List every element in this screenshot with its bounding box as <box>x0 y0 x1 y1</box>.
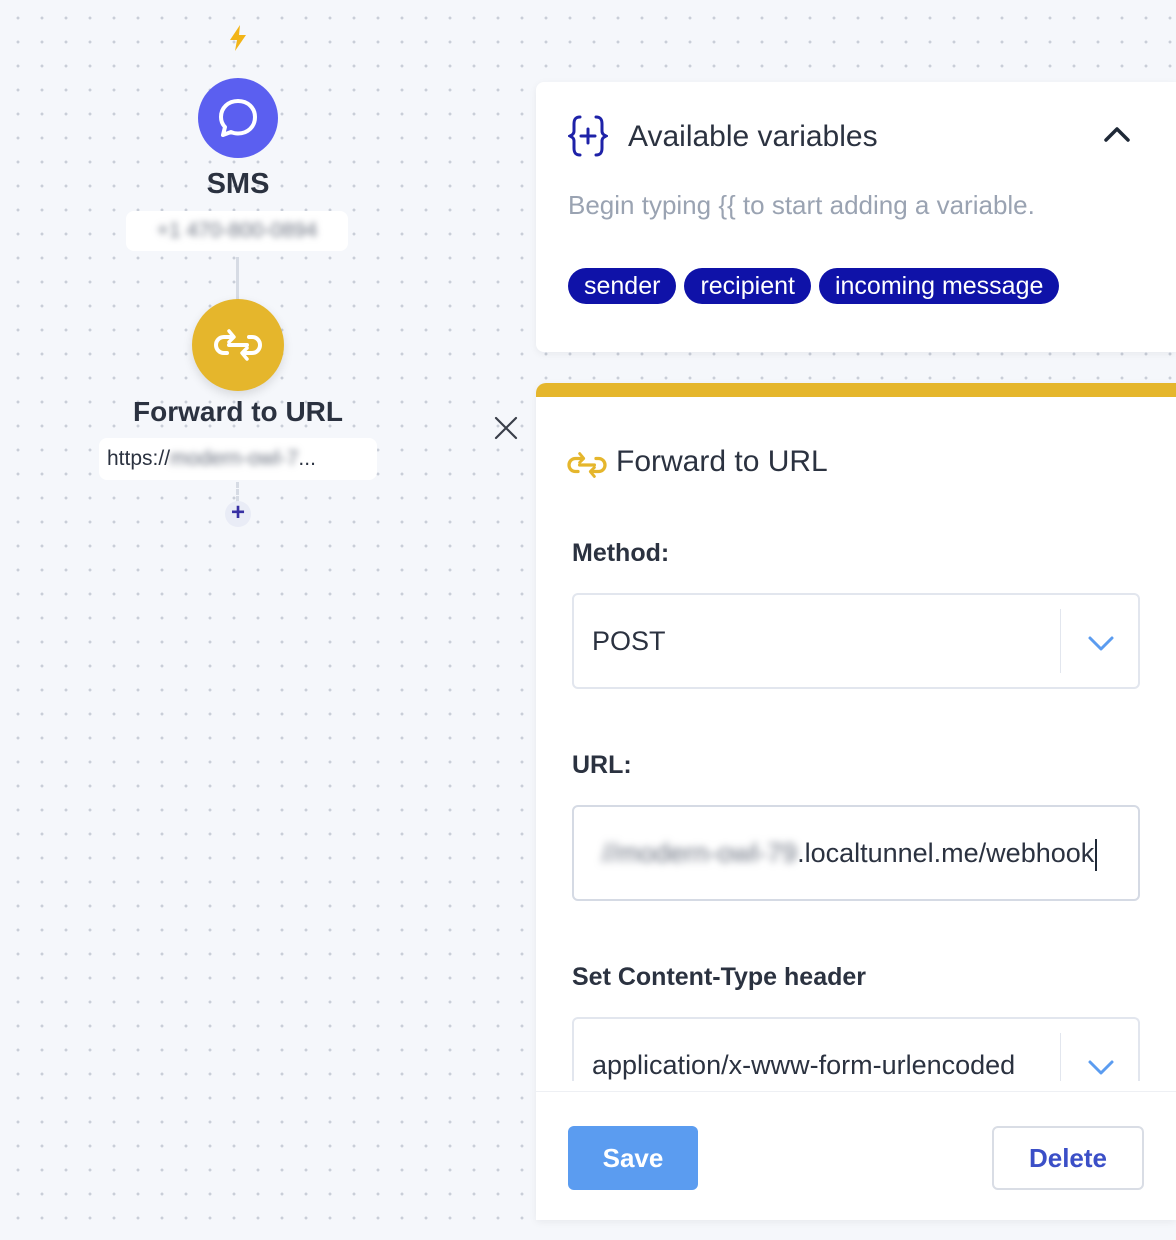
chat-bubble-icon <box>219 99 257 137</box>
content-type-select[interactable]: application/x-www-form-urlencoded <box>572 1017 1140 1081</box>
method-label: Method: <box>572 539 670 567</box>
variables-hint: Begin typing {{ to start adding a variab… <box>568 190 1035 220</box>
close-icon[interactable] <box>490 412 522 444</box>
forward-to-url-panel: Forward to URL Method: POST URL: //moder… <box>536 383 1176 1220</box>
forward-node-title: Forward to URL <box>133 396 343 427</box>
variable-chip-sender[interactable]: sender <box>568 268 677 304</box>
forward-url-ellipsis: ... <box>298 447 316 470</box>
sms-phone-pill: +1 470-800-0894 <box>126 211 348 251</box>
url-input-text: //modern-owl-79.localtunnel.me/webhook <box>602 807 1098 899</box>
select-divider <box>1060 609 1061 673</box>
link-icon <box>213 329 263 361</box>
forward-url-blurred: modern-owl-7 <box>170 447 299 470</box>
lightning-bolt-icon <box>230 25 246 51</box>
chevron-up-icon[interactable] <box>1102 124 1132 144</box>
sms-phone-number: +1 470-800-0894 <box>156 219 318 242</box>
url-visible-part: .localtunnel.me/webhook <box>797 838 1095 868</box>
text-caret <box>1095 838 1098 871</box>
save-button[interactable]: Save <box>568 1126 698 1190</box>
url-blurred-part: //modern-owl-79 <box>602 838 798 868</box>
sms-node-icon[interactable] <box>198 78 278 158</box>
add-step-button[interactable]: + <box>225 501 251 527</box>
available-variables-panel: Available variables Begin typing {{ to s… <box>536 82 1176 352</box>
chevron-down-icon[interactable] <box>1086 1057 1116 1077</box>
forward-url-prefix: https:// <box>107 447 171 470</box>
forward-node-icon[interactable] <box>192 299 284 391</box>
url-input[interactable]: //modern-owl-79.localtunnel.me/webhook <box>572 805 1140 901</box>
variables-panel-title: Available variables <box>628 120 878 153</box>
variable-chips: sender recipient incoming message <box>568 268 1060 304</box>
panel-footer: Save Delete <box>536 1091 1176 1220</box>
variable-chip-incoming-message[interactable]: incoming message <box>818 268 1060 304</box>
forward-panel-title: Forward to URL <box>616 445 828 478</box>
method-select[interactable]: POST <box>572 593 1140 689</box>
variable-chip-recipient[interactable]: recipient <box>684 268 811 304</box>
node-connector <box>236 257 239 301</box>
delete-button[interactable]: Delete <box>992 1126 1144 1190</box>
url-label: URL: <box>572 751 632 779</box>
chevron-down-icon[interactable] <box>1086 633 1116 653</box>
content-type-value: application/x-www-form-urlencoded <box>592 1050 1016 1080</box>
content-type-label: Set Content-Type header <box>572 963 867 991</box>
braces-plus-icon <box>568 115 608 157</box>
link-icon <box>567 452 607 478</box>
select-divider <box>1060 1033 1061 1081</box>
sms-node-title: SMS <box>206 168 270 200</box>
forward-url-pill: https:// modern-owl-7 ... <box>99 438 377 480</box>
method-value: POST <box>592 626 666 656</box>
